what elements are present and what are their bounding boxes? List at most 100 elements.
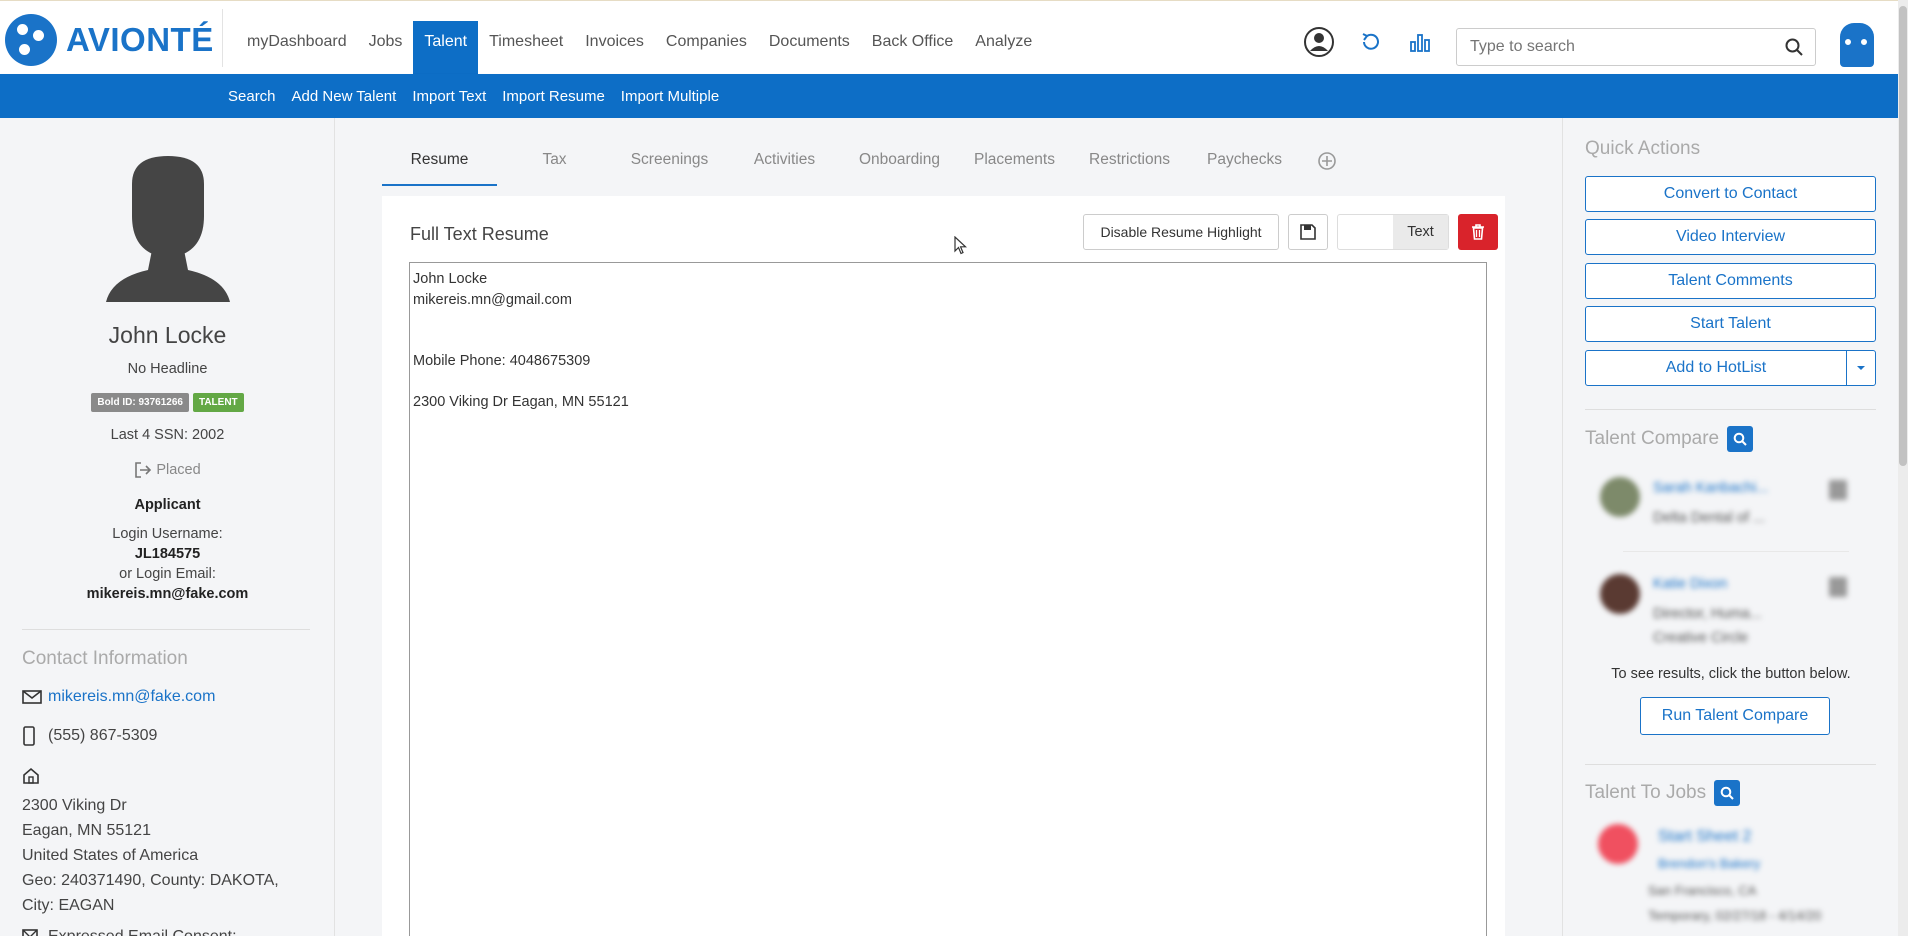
placement-status: Placed bbox=[0, 461, 335, 479]
document-icon[interactable] bbox=[1829, 480, 1847, 500]
run-talent-compare-button[interactable]: Run Talent Compare bbox=[1640, 697, 1830, 735]
add-tab-icon[interactable] bbox=[1302, 146, 1352, 186]
resume-line: 2300 Viking Dr Eagan, MN 55121 bbox=[413, 394, 629, 410]
talent-to-jobs-title: Talent To Jobs bbox=[1585, 782, 1707, 803]
delete-button[interactable] bbox=[1458, 214, 1498, 250]
format-toggle[interactable]: Text bbox=[1337, 214, 1449, 250]
talent-name: John Locke bbox=[108, 322, 227, 348]
talent-role: Applicant bbox=[134, 497, 201, 513]
nav-item-analyze[interactable]: Analyze bbox=[964, 21, 1043, 73]
divider bbox=[1585, 764, 1876, 765]
nav-item-mydashboard[interactable]: myDashboard bbox=[236, 21, 358, 73]
contact-info-title: Contact Information bbox=[22, 648, 188, 669]
main-nav: myDashboard Jobs Talent Timesheet Invoic… bbox=[236, 21, 1043, 75]
compare-result-detail: Creative Circle bbox=[1653, 630, 1749, 646]
page-scrollbar[interactable] bbox=[1898, 0, 1908, 936]
format-option-text[interactable]: Text bbox=[1393, 215, 1448, 249]
job-title[interactable]: Start Sheet 2 bbox=[1658, 828, 1751, 846]
compare-result-name[interactable]: Katie Dixon bbox=[1653, 576, 1727, 592]
nav-item-companies[interactable]: Companies bbox=[655, 21, 758, 73]
floppy-disk-icon bbox=[1300, 224, 1316, 240]
scrollbar-thumb[interactable] bbox=[1899, 6, 1907, 466]
resume-line bbox=[413, 372, 1483, 393]
login-username: JL184575 bbox=[134, 546, 201, 562]
resume-line bbox=[413, 310, 1483, 331]
tab-onboarding[interactable]: Onboarding bbox=[842, 146, 957, 186]
talent-tabs: Resume Tax Screenings Activities Onboard… bbox=[382, 146, 1352, 186]
placement-status-label: Placed bbox=[156, 462, 201, 478]
nav-item-timesheet[interactable]: Timesheet bbox=[478, 21, 574, 73]
sub-nav-bar: Search Add New Talent Import Text Import… bbox=[0, 74, 1898, 118]
refresh-icon[interactable] bbox=[1354, 25, 1388, 59]
document-icon[interactable] bbox=[1829, 577, 1847, 597]
tab-resume[interactable]: Resume bbox=[382, 146, 497, 186]
talent-compare-search-icon[interactable] bbox=[1727, 426, 1754, 452]
tab-placements[interactable]: Placements bbox=[957, 146, 1072, 186]
nav-item-talent[interactable]: Talent bbox=[413, 21, 479, 75]
bar-chart-icon[interactable] bbox=[1403, 25, 1437, 59]
nav-item-documents[interactable]: Documents bbox=[758, 21, 861, 73]
exit-icon bbox=[135, 462, 152, 478]
email-consent-label: Expressed Email Consent: bbox=[48, 928, 237, 936]
envelope-icon bbox=[22, 689, 42, 705]
resume-line: Mobile Phone: 4048675309 bbox=[413, 353, 591, 369]
main-content: Resume Tax Screenings Activities Onboard… bbox=[335, 118, 1562, 936]
job-company[interactable]: Brendon's Bakery bbox=[1658, 856, 1760, 871]
email-consent-row: Expressed Email Consent: bbox=[22, 928, 237, 936]
search-icon[interactable] bbox=[1785, 38, 1803, 61]
phone-number[interactable]: (555) 867-5309 bbox=[48, 727, 157, 745]
nav-item-invoices[interactable]: Invoices bbox=[574, 21, 655, 73]
subnav-import-text[interactable]: Import Text bbox=[412, 88, 486, 105]
tab-activities[interactable]: Activities bbox=[727, 146, 842, 186]
subnav-import-multiple[interactable]: Import Multiple bbox=[621, 88, 719, 105]
address-line: Geo: 240371490, County: DAKOTA, bbox=[22, 872, 279, 889]
job-location: San Francisco, CA bbox=[1648, 883, 1757, 898]
resume-card: Full Text Resume Disable Resume Highligh… bbox=[382, 196, 1505, 936]
talent-profile-panel: John Locke No Headline Bold ID: 93761266… bbox=[0, 118, 335, 936]
email-link[interactable]: mikereis.mn@fake.com bbox=[48, 688, 215, 706]
nav-item-jobs[interactable]: Jobs bbox=[358, 21, 414, 73]
save-button[interactable] bbox=[1288, 214, 1328, 250]
badge-row: Bold ID: 93761266 TALENT bbox=[0, 393, 335, 412]
subnav-import-resume[interactable]: Import Resume bbox=[502, 88, 605, 105]
talent-to-jobs-search-icon[interactable] bbox=[1714, 780, 1741, 806]
search-input[interactable] bbox=[1457, 29, 1767, 65]
tab-tax[interactable]: Tax bbox=[497, 146, 612, 186]
trash-icon bbox=[1472, 224, 1484, 240]
global-search bbox=[1456, 28, 1816, 66]
resume-textarea[interactable]: John Locke mikereis.mn@gmail.com Mobile … bbox=[409, 262, 1487, 936]
video-interview-button[interactable]: Video Interview bbox=[1585, 219, 1876, 255]
tab-screenings[interactable]: Screenings bbox=[612, 146, 727, 186]
add-to-hotlist-button[interactable]: Add to HotList bbox=[1586, 351, 1847, 385]
login-email-label: or Login Email: bbox=[119, 566, 216, 582]
owl-logo-icon[interactable] bbox=[1840, 23, 1874, 67]
resume-title: Full Text Resume bbox=[410, 224, 549, 244]
address-line: City: EAGAN bbox=[22, 897, 115, 914]
login-username-label: Login Username: bbox=[112, 526, 223, 542]
compare-result-name[interactable]: Sarah Kanbachi... bbox=[1653, 480, 1768, 496]
tab-paychecks[interactable]: Paychecks bbox=[1187, 146, 1302, 186]
chevron-down-icon[interactable] bbox=[1847, 351, 1875, 385]
convert-to-contact-button[interactable]: Convert to Contact bbox=[1585, 176, 1876, 212]
user-circle-icon[interactable] bbox=[1302, 25, 1336, 59]
nav-item-back-office[interactable]: Back Office bbox=[861, 21, 965, 73]
subnav-search[interactable]: Search bbox=[228, 88, 276, 105]
talent-comments-button[interactable]: Talent Comments bbox=[1585, 263, 1876, 299]
address-line: United States of America bbox=[22, 847, 199, 864]
mouse-cursor-icon bbox=[954, 235, 968, 261]
mobile-phone-icon bbox=[22, 726, 42, 746]
resume-line: mikereis.mn@gmail.com bbox=[413, 291, 572, 308]
format-option-blank[interactable] bbox=[1338, 215, 1393, 249]
logo-divider bbox=[222, 9, 223, 67]
contact-address: 2300 Viking Dr Eagan, MN 55121 United St… bbox=[22, 793, 279, 918]
talent-compare-hint: To see results, click the button below. bbox=[1611, 666, 1851, 682]
ssn-text: Last 4 SSN: 2002 bbox=[110, 427, 225, 443]
tab-restrictions[interactable]: Restrictions bbox=[1072, 146, 1187, 186]
app-logo[interactable]: AVIONTÉ bbox=[5, 14, 214, 66]
checkbox-icon[interactable] bbox=[22, 929, 42, 936]
top-bar: AVIONTÉ myDashboard Jobs Talent Timeshee… bbox=[0, 0, 1898, 75]
add-to-hotlist-split-button: Add to HotList bbox=[1585, 350, 1876, 386]
start-talent-button[interactable]: Start Talent bbox=[1585, 306, 1876, 342]
disable-resume-highlight-button[interactable]: Disable Resume Highlight bbox=[1083, 214, 1279, 250]
subnav-add-new-talent[interactable]: Add New Talent bbox=[292, 88, 397, 105]
